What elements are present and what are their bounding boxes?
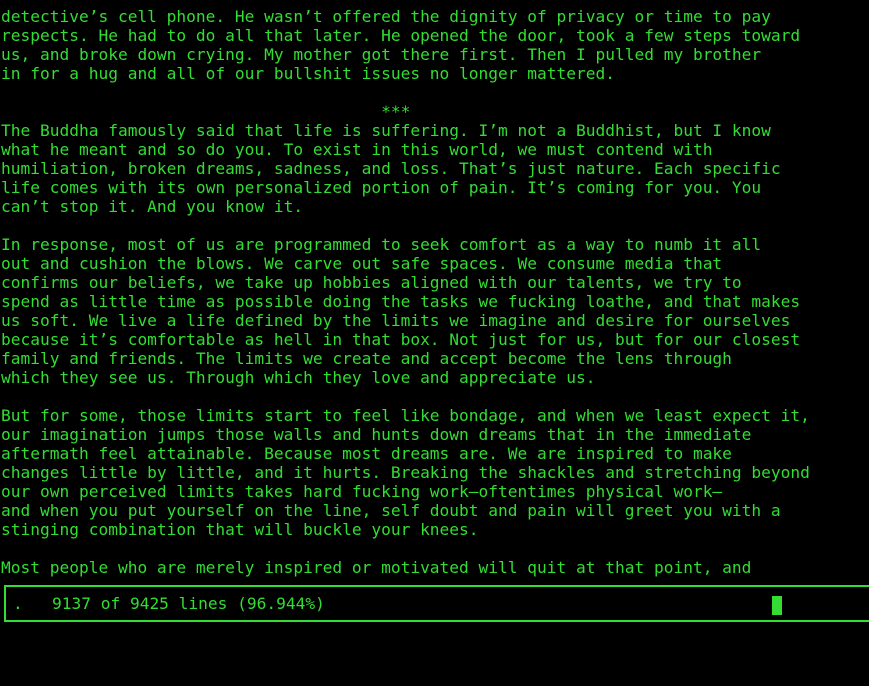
text-line: us soft. We live a life defined by the l… (1, 311, 791, 330)
text-line: because it’s comfortable as hell in that… (1, 330, 801, 349)
text-line: stinging combination that will buckle yo… (1, 520, 479, 539)
text-line: spend as little time as possible doing t… (1, 292, 801, 311)
text-line: out and cushion the blows. We carve out … (1, 254, 723, 273)
status-line-count: . 9137 of 9425 lines (96.944%) (13, 594, 325, 613)
text-line: life comes with its own personalized por… (1, 178, 762, 197)
text-line: in for a hug and all of our bullshit iss… (1, 64, 615, 83)
text-line: and when you put yourself on the line, s… (1, 501, 781, 520)
text-line: confirms our beliefs, we take up hobbies… (1, 273, 742, 292)
pager-text-area: detective’s cell phone. He wasn’t offere… (1, 7, 867, 577)
text-line: detective’s cell phone. He wasn’t offere… (1, 7, 771, 26)
text-line: family and friends. The limits we create… (1, 349, 732, 368)
text-line: what he meant and so do you. To exist in… (1, 140, 713, 159)
text-line: which they see us. Through which they lo… (1, 368, 596, 387)
text-line: *** (1, 102, 411, 121)
text-line: In response, most of us are programmed t… (1, 235, 762, 254)
text-line: humiliation, broken dreams, sadness, and… (1, 159, 781, 178)
text-line: aftermath feel attainable. Because most … (1, 444, 732, 463)
text-line: our imagination jumps those walls and hu… (1, 425, 752, 444)
text-line (1, 539, 867, 558)
text-line: us, and broke down crying. My mother got… (1, 45, 762, 64)
text-line: can’t stop it. And you know it. (1, 197, 304, 216)
text-line: But for some, those limits start to feel… (1, 406, 810, 425)
text-line: respects. He had to do all that later. H… (1, 26, 801, 45)
text-line: changes little by little, and it hurts. … (1, 463, 810, 482)
text-cursor[interactable] (772, 596, 782, 615)
status-bar: . 9137 of 9425 lines (96.944%) (4, 585, 869, 622)
text-line: our own perceived limits takes hard fuck… (1, 482, 723, 501)
text-line (1, 387, 867, 406)
text-line (1, 83, 867, 102)
text-line: The Buddha famously said that life is su… (1, 121, 771, 140)
text-line: Most people who are merely inspired or m… (1, 558, 752, 577)
text-line (1, 216, 867, 235)
